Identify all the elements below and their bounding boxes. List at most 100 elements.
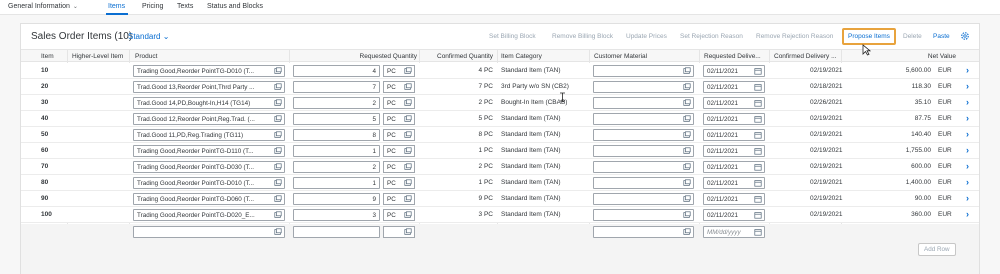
value-help-icon[interactable]: [683, 131, 691, 139]
value-help-icon[interactable]: [404, 228, 412, 236]
customer-material-input[interactable]: [593, 193, 694, 205]
unit-input[interactable]: PC: [383, 65, 415, 77]
unit-input[interactable]: PC: [383, 209, 415, 221]
requested-quantity-input[interactable]: 2: [293, 161, 380, 173]
requested-quantity-input[interactable]: 3: [293, 209, 380, 221]
value-help-icon[interactable]: [683, 195, 691, 203]
table-row[interactable]: 80 Trading Good,Reorder PointTG-D010 (T..…: [21, 175, 979, 191]
product-input[interactable]: Trading Good,Reorder PointTG-D030 (T...: [133, 161, 285, 173]
value-help-icon[interactable]: [683, 211, 691, 219]
chevron-right-icon[interactable]: ›: [966, 81, 969, 91]
chevron-right-icon[interactable]: ›: [966, 97, 969, 107]
value-help-icon[interactable]: [404, 67, 412, 75]
chevron-right-icon[interactable]: ›: [966, 129, 969, 139]
calendar-icon[interactable]: [754, 147, 762, 155]
new-requested-delivery-date-input[interactable]: MM/dd/yyyy: [703, 226, 765, 238]
value-help-icon[interactable]: [274, 179, 282, 187]
propose-items-button[interactable]: Propose Items: [842, 28, 896, 45]
table-row[interactable]: 10 Trading Good,Reorder PointTG-D010 (T..…: [21, 63, 979, 79]
column-header-confirmed-quantity[interactable]: Confirmed Quantity: [421, 53, 493, 60]
value-help-icon[interactable]: [683, 115, 691, 123]
remove-billing-block-button[interactable]: Remove Billing Block: [552, 33, 613, 40]
value-help-icon[interactable]: [274, 228, 282, 236]
product-input[interactable]: Trading Good,Reorder PointTG-D110 (T...: [133, 145, 285, 157]
calendar-icon[interactable]: [754, 228, 762, 236]
value-help-icon[interactable]: [404, 115, 412, 123]
column-header-higher-level-item[interactable]: Higher-Level Item: [72, 53, 123, 60]
value-help-icon[interactable]: [404, 131, 412, 139]
chevron-right-icon[interactable]: ›: [966, 193, 969, 203]
paste-button[interactable]: Paste: [933, 33, 950, 40]
remove-rejection-reason-button[interactable]: Remove Rejection Reason: [756, 33, 833, 40]
calendar-icon[interactable]: [754, 163, 762, 171]
customer-material-input[interactable]: [593, 65, 694, 77]
product-input[interactable]: Trading Good,Reorder PointTG-D010 (T...: [133, 65, 285, 77]
unit-input[interactable]: PC: [383, 129, 415, 141]
column-header-item[interactable]: Item: [41, 53, 54, 60]
chevron-right-icon[interactable]: ›: [966, 161, 969, 171]
table-row[interactable]: 70 Trading Good,Reorder PointTG-D030 (T..…: [21, 159, 979, 175]
value-help-icon[interactable]: [274, 99, 282, 107]
table-row[interactable]: 60 Trading Good,Reorder PointTG-D110 (T..…: [21, 143, 979, 159]
product-input[interactable]: Trading Good,Reorder PointTG-D010 (T...: [133, 177, 285, 189]
calendar-icon[interactable]: [754, 179, 762, 187]
requested-quantity-input[interactable]: 8: [293, 129, 380, 141]
calendar-icon[interactable]: [754, 83, 762, 91]
new-quantity-input[interactable]: [293, 226, 380, 238]
customer-material-input[interactable]: [593, 129, 694, 141]
product-input[interactable]: Trad.Good 13,Reorder Point,Thrd Party ..…: [133, 81, 285, 93]
requested-delivery-date-input[interactable]: 02/11/2021: [703, 81, 765, 93]
unit-input[interactable]: PC: [383, 81, 415, 93]
value-help-icon[interactable]: [404, 179, 412, 187]
chevron-right-icon[interactable]: ›: [966, 113, 969, 123]
requested-delivery-date-input[interactable]: 02/11/2021: [703, 145, 765, 157]
calendar-icon[interactable]: [754, 195, 762, 203]
requested-delivery-date-input[interactable]: 02/11/2021: [703, 193, 765, 205]
customer-material-input[interactable]: [593, 177, 694, 189]
calendar-icon[interactable]: [754, 67, 762, 75]
set-billing-block-button[interactable]: Set Billing Block: [489, 33, 536, 40]
chevron-right-icon[interactable]: ›: [966, 177, 969, 187]
chevron-right-icon[interactable]: ›: [966, 145, 969, 155]
variant-management[interactable]: Standard ⌄: [128, 32, 169, 41]
value-help-icon[interactable]: [683, 147, 691, 155]
table-row[interactable]: 50 Trad.Good 11,PD,Reg.Trading (TG11) 8 PC 8…: [21, 127, 979, 143]
column-header-requested-quantity[interactable]: Requested Quantity: [291, 53, 417, 60]
add-row-button[interactable]: Add Row: [918, 243, 956, 256]
table-row[interactable]: 100 Trading Good,Reorder PointTG-D020_E..…: [21, 207, 979, 223]
chevron-right-icon[interactable]: ›: [966, 209, 969, 219]
column-header-item-category[interactable]: Item Category: [501, 53, 542, 60]
requested-quantity-input[interactable]: 9: [293, 193, 380, 205]
value-help-icon[interactable]: [404, 99, 412, 107]
requested-quantity-input[interactable]: 2: [293, 97, 380, 109]
tab-texts[interactable]: Texts: [177, 3, 193, 10]
calendar-icon[interactable]: [754, 99, 762, 107]
customer-material-input[interactable]: [593, 209, 694, 221]
requested-delivery-date-input[interactable]: 02/11/2021: [703, 65, 765, 77]
value-help-icon[interactable]: [683, 67, 691, 75]
delete-button[interactable]: Delete: [903, 33, 922, 40]
value-help-icon[interactable]: [274, 147, 282, 155]
requested-quantity-input[interactable]: 5: [293, 113, 380, 125]
table-row[interactable]: 90 Trading Good,Reorder PointTG-D060 (T..…: [21, 191, 979, 207]
value-help-icon[interactable]: [274, 83, 282, 91]
requested-delivery-date-input[interactable]: 02/11/2021: [703, 97, 765, 109]
value-help-icon[interactable]: [274, 67, 282, 75]
update-prices-button[interactable]: Update Prices: [626, 33, 667, 40]
product-input[interactable]: Trad.Good 12,Reorder Point,Reg.Trad. (..…: [133, 113, 285, 125]
value-help-icon[interactable]: [404, 163, 412, 171]
requested-delivery-date-input[interactable]: 02/11/2021: [703, 177, 765, 189]
requested-quantity-input[interactable]: 1: [293, 177, 380, 189]
calendar-icon[interactable]: [754, 211, 762, 219]
product-input[interactable]: Trading Good,Reorder PointTG-D020_E...: [133, 209, 285, 221]
gear-icon[interactable]: [960, 31, 970, 41]
value-help-icon[interactable]: [683, 163, 691, 171]
unit-input[interactable]: PC: [383, 145, 415, 157]
column-header-customer-material[interactable]: Customer Material: [594, 53, 647, 60]
product-input[interactable]: Trad.Good 14,PD,Bought-In,H14 (TG14): [133, 97, 285, 109]
value-help-icon[interactable]: [683, 228, 691, 236]
product-input[interactable]: Trad.Good 11,PD,Reg.Trading (TG11): [133, 129, 285, 141]
value-help-icon[interactable]: [274, 195, 282, 203]
customer-material-input[interactable]: [593, 145, 694, 157]
unit-input[interactable]: PC: [383, 193, 415, 205]
